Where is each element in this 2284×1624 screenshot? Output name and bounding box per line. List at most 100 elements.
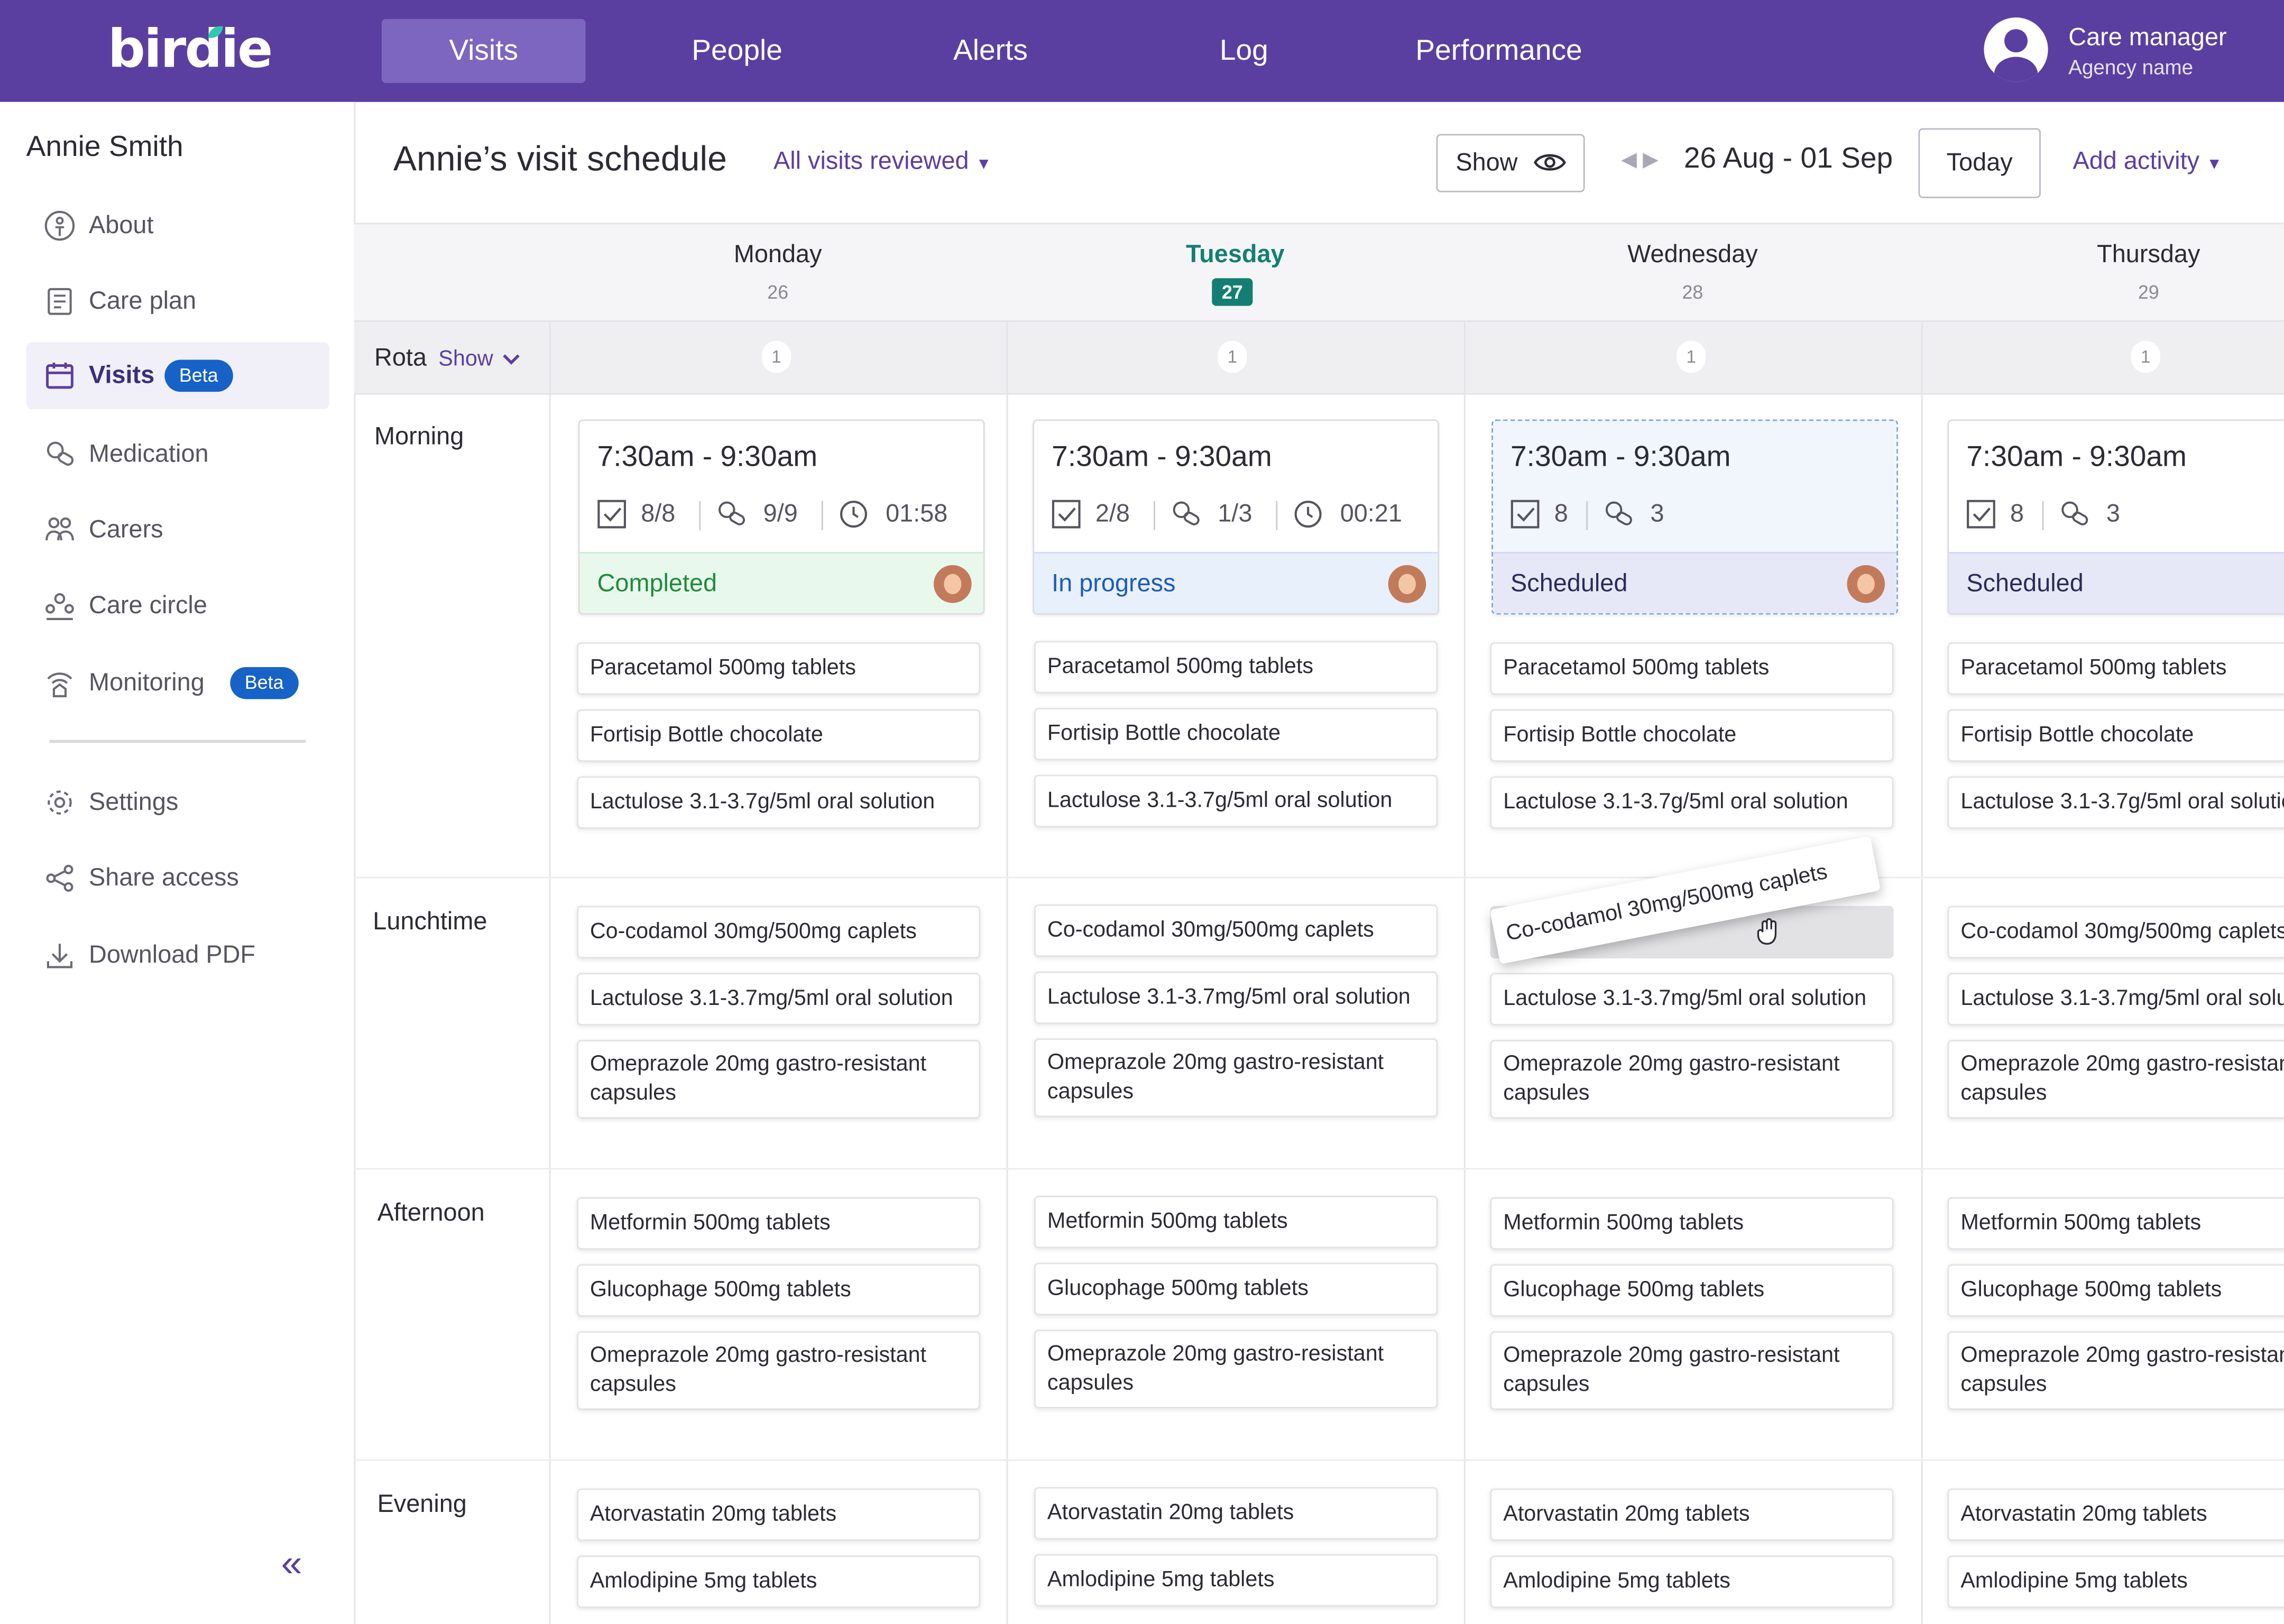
- eye-icon: [1533, 154, 1565, 171]
- date-nav-arrows[interactable]: ◀▶: [1621, 147, 1664, 172]
- med-card[interactable]: Glucophage 500mg tablets: [1034, 1262, 1438, 1315]
- med-card[interactable]: Fortisip Bottle chocolate: [1947, 709, 2284, 762]
- med-card[interactable]: Atorvastatin 20mg tablets: [1034, 1487, 1438, 1540]
- page-title: Annie’s visit schedule: [393, 140, 727, 179]
- med-card[interactable]: Lactulose 3.1-3.7mg/5ml oral solution: [1947, 973, 2284, 1026]
- visit-card[interactable]: 7:30am - 9:30am 2/8 1/3 00:21 In progres…: [1033, 419, 1440, 615]
- med-card[interactable]: Atorvastatin 20mg tablets: [577, 1488, 981, 1541]
- visit-card[interactable]: 7:30am - 9:30am 8 3 Scheduled: [1947, 419, 2284, 615]
- show-button[interactable]: Show: [1436, 134, 1585, 192]
- med-card[interactable]: Omeprazole 20mg gastro-resistant capsule…: [1034, 1330, 1438, 1409]
- med-card[interactable]: Lactulose 3.1-3.7mg/5ml oral solution: [1490, 973, 1894, 1026]
- med-card[interactable]: Atorvastatin 20mg tablets: [1490, 1488, 1894, 1541]
- med-card[interactable]: Metformin 500mg tablets: [1947, 1197, 2284, 1250]
- day-name-thursday: Thursday: [2097, 240, 2200, 268]
- med-card[interactable]: Omeprazole 20mg gastro-resistant capsule…: [1034, 1038, 1438, 1118]
- med-card[interactable]: Co-codamol 30mg/500mg caplets: [577, 906, 981, 958]
- reviewed-filter-dropdown[interactable]: All visits reviewed ▼: [773, 147, 992, 176]
- share-icon: [46, 864, 73, 892]
- clock-icon: [1294, 501, 1322, 528]
- med-card[interactable]: Lactulose 3.1-3.7g/5ml oral solution: [577, 776, 981, 829]
- rota-count-wednesday[interactable]: 1: [1677, 340, 1706, 373]
- nav-visits[interactable]: Visits: [381, 19, 586, 84]
- meds-count: 1/3: [1218, 499, 1252, 528]
- carer-avatar[interactable]: [1847, 565, 1885, 603]
- med-card[interactable]: Lactulose 3.1-3.7g/5ml oral solution: [1947, 776, 2284, 829]
- med-card[interactable]: Omeprazole 20mg gastro-resistant capsule…: [577, 1040, 981, 1119]
- med-card[interactable]: Metformin 500mg tablets: [1490, 1197, 1894, 1250]
- sidebar-item-download-pdf[interactable]: Download PDF: [26, 922, 329, 989]
- sidebar-item-visits[interactable]: Visits Beta: [26, 342, 329, 410]
- carer-avatar[interactable]: [1388, 565, 1426, 603]
- day-name-tuesday: Tuesday: [1186, 240, 1285, 268]
- med-card[interactable]: Co-codamol 30mg/500mg caplets: [1034, 904, 1438, 957]
- med-card[interactable]: Atorvastatin 20mg tablets: [1947, 1488, 2284, 1541]
- med-card[interactable]: Fortisip Bottle chocolate: [1490, 709, 1894, 762]
- pills-icon: [2061, 501, 2088, 525]
- nav-log[interactable]: Log: [1174, 19, 1314, 83]
- rota-count-tuesday[interactable]: 1: [1218, 340, 1247, 373]
- med-card[interactable]: Amlodipine 5mg tablets: [1490, 1555, 1894, 1608]
- day-date-monday: 26: [767, 281, 789, 303]
- carer-avatar[interactable]: [934, 565, 972, 603]
- stat-separator: [1276, 501, 1278, 530]
- med-card[interactable]: Amlodipine 5mg tablets: [1034, 1554, 1438, 1607]
- download-icon: [47, 944, 73, 968]
- next-week-icon[interactable]: ▶: [1643, 147, 1664, 170]
- add-activity-dropdown[interactable]: Add activity ▼: [2073, 147, 2223, 176]
- sidebar-item-medication[interactable]: Medication: [26, 421, 329, 488]
- med-card[interactable]: Lactulose 3.1-3.7g/5ml oral solution: [1034, 774, 1438, 827]
- med-card[interactable]: Omeprazole 20mg gastro-resistant capsule…: [1947, 1040, 2284, 1119]
- sidebar-item-settings[interactable]: Settings: [26, 769, 329, 836]
- visit-duration: 01:58: [886, 499, 948, 528]
- med-card[interactable]: Amlodipine 5mg tablets: [1947, 1555, 2284, 1608]
- prev-week-icon[interactable]: ◀: [1621, 147, 1643, 170]
- visit-card[interactable]: 7:30am - 9:30am 8/8 9/9 01:58 Completed: [578, 419, 985, 615]
- sidebar-item-label: Care circle: [89, 591, 207, 619]
- today-button[interactable]: Today: [1918, 128, 2041, 198]
- birdie-logo[interactable]: birdie: [108, 21, 273, 80]
- med-card[interactable]: Glucophage 500mg tablets: [577, 1264, 981, 1317]
- slot-label-afternoon: Afternoon: [377, 1198, 485, 1226]
- sidebar-item-about[interactable]: About: [26, 192, 329, 260]
- user-avatar-icon[interactable]: [1984, 17, 2048, 82]
- med-card[interactable]: Paracetamol 500mg tablets: [1034, 641, 1438, 694]
- nav-people[interactable]: People: [647, 19, 827, 83]
- rota-count-monday[interactable]: 1: [761, 340, 791, 373]
- app-root: birdie Visits People Alerts Log Performa…: [0, 0, 2284, 1624]
- rota-count-thursday[interactable]: 1: [2131, 340, 2160, 373]
- visit-card-drop-target[interactable]: 7:30am - 9:30am 8 3 Scheduled: [1491, 419, 1898, 615]
- sidebar-item-label: Monitoring: [89, 668, 205, 696]
- sidebar-item-carers[interactable]: Carers: [26, 496, 329, 564]
- med-card[interactable]: Omeprazole 20mg gastro-resistant capsule…: [1490, 1040, 1894, 1119]
- stat-separator: [821, 501, 823, 530]
- med-card[interactable]: Metformin 500mg tablets: [577, 1197, 981, 1250]
- rota-show-toggle[interactable]: Show: [438, 347, 519, 372]
- med-card[interactable]: Amlodipine 5mg tablets: [577, 1555, 981, 1608]
- med-card[interactable]: Paracetamol 500mg tablets: [577, 642, 981, 695]
- sidebar-item-share-access[interactable]: Share access: [26, 845, 329, 912]
- med-card[interactable]: Lactulose 3.1-3.7g/5ml oral solution: [1490, 776, 1894, 829]
- med-card[interactable]: Paracetamol 500mg tablets: [1490, 642, 1894, 695]
- med-card[interactable]: Metformin 500mg tablets: [1034, 1195, 1438, 1249]
- user-role[interactable]: Care manager: [2068, 23, 2226, 52]
- med-card[interactable]: Omeprazole 20mg gastro-resistant capsule…: [1490, 1331, 1894, 1410]
- nav-alerts[interactable]: Alerts: [903, 19, 1078, 83]
- sidebar-item-care-plan[interactable]: Care plan: [26, 268, 329, 335]
- sidebar-item-care-circle[interactable]: Care circle: [26, 573, 329, 640]
- double-chevron-left-icon[interactable]: «: [281, 1544, 302, 1582]
- med-card[interactable]: Glucophage 500mg tablets: [1490, 1264, 1894, 1317]
- pills-icon: [47, 441, 74, 466]
- med-card[interactable]: Co-codamol 30mg/500mg caplets: [1947, 906, 2284, 958]
- nav-performance[interactable]: Performance: [1395, 19, 1602, 83]
- med-card[interactable]: Omeprazole 20mg gastro-resistant capsule…: [1947, 1331, 2284, 1410]
- med-card[interactable]: Lactulose 3.1-3.7mg/5ml oral solution: [577, 973, 981, 1026]
- med-card[interactable]: Omeprazole 20mg gastro-resistant capsule…: [577, 1331, 981, 1410]
- med-card[interactable]: Fortisip Bottle chocolate: [1034, 707, 1438, 761]
- med-card[interactable]: Lactulose 3.1-3.7mg/5ml oral solution: [1034, 971, 1438, 1024]
- med-card[interactable]: Paracetamol 500mg tablets: [1947, 642, 2284, 695]
- med-card[interactable]: Glucophage 500mg tablets: [1947, 1264, 2284, 1317]
- sidebar-item-monitoring[interactable]: Monitoring Beta: [26, 650, 329, 717]
- sidebar-item-label: About: [89, 211, 154, 239]
- med-card[interactable]: Fortisip Bottle chocolate: [577, 709, 981, 762]
